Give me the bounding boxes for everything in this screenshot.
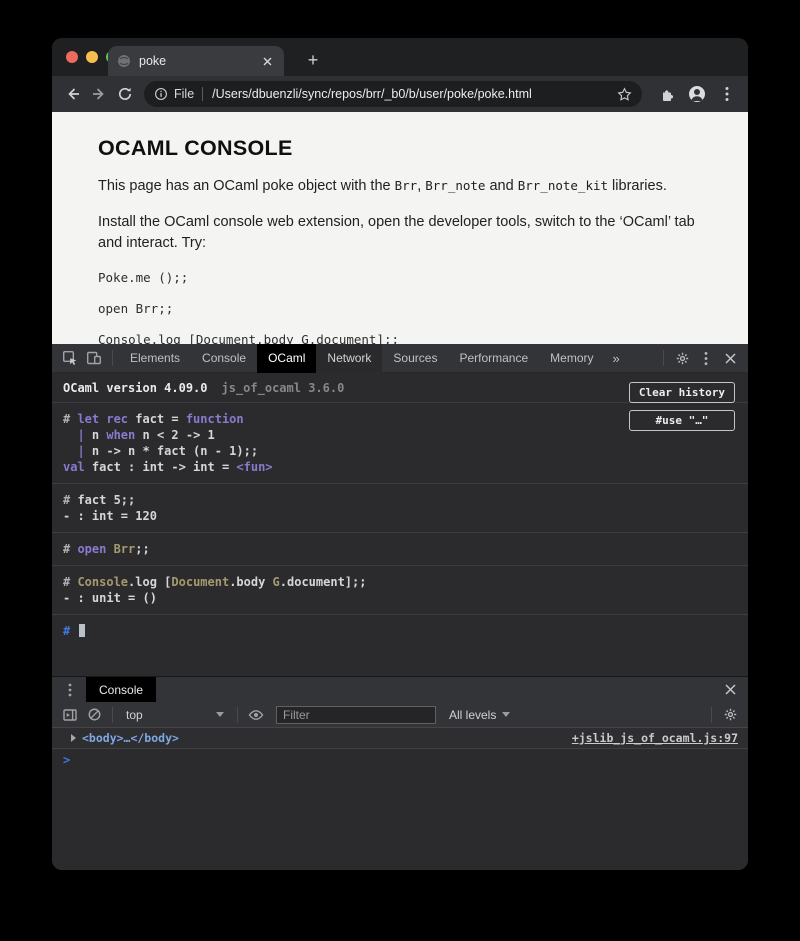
tab-title: poke [139, 54, 166, 68]
drawer-menu-icon[interactable] [58, 678, 82, 702]
toolbar-divider [112, 707, 113, 723]
toolbar-divider [663, 350, 664, 366]
console-empty-area[interactable] [52, 770, 748, 870]
use-file-button[interactable]: #use "…" [629, 410, 735, 431]
expand-triangle-icon[interactable] [71, 734, 76, 742]
log-levels-select[interactable]: All levels [449, 708, 510, 722]
tab-close-icon[interactable] [259, 53, 275, 69]
devtools-settings-gear-icon[interactable] [670, 345, 694, 371]
ocaml-repl-entries[interactable]: # let rec fact = function | n when n < 2… [52, 403, 748, 647]
ocaml-repl-entry: # [52, 614, 748, 647]
console-prompt-chevron: > [63, 753, 70, 767]
reload-button[interactable] [112, 81, 138, 107]
back-button[interactable] [60, 81, 86, 107]
execution-context-label: top [126, 708, 143, 722]
ocaml-repl-entry: # Console.log [Document.body G.document]… [52, 565, 748, 614]
browser-tab[interactable]: poke [108, 46, 284, 76]
info-icon[interactable] [154, 87, 168, 101]
browser-menu-icon[interactable] [714, 81, 740, 107]
ocaml-repl-entry: # open Brr;; [52, 532, 748, 565]
profile-avatar-icon[interactable] [684, 81, 710, 107]
console-filter-input[interactable] [276, 706, 436, 724]
ocaml-console-panel: Clear history #use "…" OCaml version 4.0… [52, 373, 748, 676]
console-settings-gear-icon[interactable] [718, 703, 742, 727]
console-prompt-row[interactable]: > [52, 749, 748, 770]
example-code-line: Poke.me ();; [98, 270, 702, 285]
more-tabs-button[interactable]: » [605, 351, 628, 366]
inspect-element-icon[interactable] [58, 345, 82, 371]
intro-paragraph: This page has an OCaml poke object with … [98, 176, 702, 197]
page-title: OCAML CONSOLE [98, 136, 702, 161]
device-toolbar-icon[interactable] [82, 345, 106, 371]
devtools-tab-sources[interactable]: Sources [382, 344, 448, 373]
devtools-close-icon[interactable] [718, 345, 742, 371]
devtools-tab-memory[interactable]: Memory [539, 344, 604, 373]
close-window-button[interactable] [66, 51, 78, 63]
devtools-tab-elements[interactable]: Elements [119, 344, 191, 373]
minimize-window-button[interactable] [86, 51, 98, 63]
page-favicon-icon [117, 54, 131, 68]
chevron-down-icon [216, 712, 224, 717]
url-separator [202, 87, 203, 101]
new-tab-button[interactable]: + [300, 47, 326, 73]
ocaml-buttons: Clear history #use "…" [629, 382, 735, 431]
toolbar-divider [237, 707, 238, 723]
execution-context-select[interactable]: top [119, 708, 231, 722]
example-code-lines: Poke.me ();; open Brr;; Console.log [Docum… [98, 270, 702, 344]
devtools-toolbar: ElementsConsoleOCamlNetworkSourcesPerfor… [52, 344, 748, 373]
devtools-tabs: ElementsConsoleOCamlNetworkSourcesPerfor… [119, 344, 605, 373]
url-path[interactable]: /Users/dbuenzli/sync/repos/brr/_b0/b/use… [212, 87, 617, 101]
install-paragraph: Install the OCaml console web extension,… [98, 212, 702, 254]
toolbar-right-icons [650, 81, 740, 107]
drawer-close-icon[interactable] [718, 678, 742, 702]
console-message-row[interactable]: <body>…</body> +jslib_js_of_ocaml.js:97 [52, 728, 748, 749]
devtools-tab-network[interactable]: Network [316, 344, 382, 373]
log-levels-label: All levels [449, 708, 496, 722]
url-bar[interactable]: File /Users/dbuenzli/sync/repos/brr/_b0/… [144, 81, 642, 107]
devtools-tab-console[interactable]: Console [191, 344, 257, 373]
browser-window: poke + File /Users/dbuenzli/sync/repos/b… [52, 38, 748, 870]
example-code-line: open Brr;; [98, 301, 702, 316]
drawer-tab-bar: Console [52, 676, 748, 702]
example-code-line: Console.log [Document.body G.document];; [98, 332, 702, 344]
forward-button[interactable] [86, 81, 112, 107]
extensions-puzzle-icon[interactable] [654, 81, 680, 107]
console-logged-node[interactable]: <body>…</body> [82, 731, 179, 745]
console-source-link[interactable]: +jslib_js_of_ocaml.js:97 [572, 731, 738, 745]
live-expression-eye-icon[interactable] [244, 703, 268, 727]
devtools-menu-icon[interactable] [694, 345, 718, 371]
toolbar-divider [711, 707, 712, 723]
devtools-tab-ocaml[interactable]: OCaml [257, 344, 316, 373]
clear-history-button[interactable]: Clear history [629, 382, 735, 403]
chevron-down-icon [502, 712, 510, 717]
drawer-tab-console[interactable]: Console [86, 677, 156, 703]
browser-toolbar: File /Users/dbuenzli/sync/repos/brr/_b0/… [52, 76, 748, 112]
devtools-tab-performance[interactable]: Performance [448, 344, 539, 373]
console-sidebar-toggle-icon[interactable] [58, 703, 82, 727]
ocaml-repl-entry: # fact 5;;- : int = 120 [52, 483, 748, 532]
page-content: OCAML CONSOLE This page has an OCaml pok… [52, 112, 748, 344]
url-scheme-label: File [174, 87, 194, 101]
toolbar-divider [112, 350, 113, 366]
tab-strip: poke + [52, 38, 748, 76]
console-toolbar: top All levels [52, 702, 748, 728]
clear-console-icon[interactable] [82, 703, 106, 727]
ocaml-version: OCaml version 4.09.0 [63, 381, 208, 395]
jsofocaml-version: js_of_ocaml 3.6.0 [222, 381, 345, 395]
bookmark-star-icon[interactable] [617, 87, 632, 102]
